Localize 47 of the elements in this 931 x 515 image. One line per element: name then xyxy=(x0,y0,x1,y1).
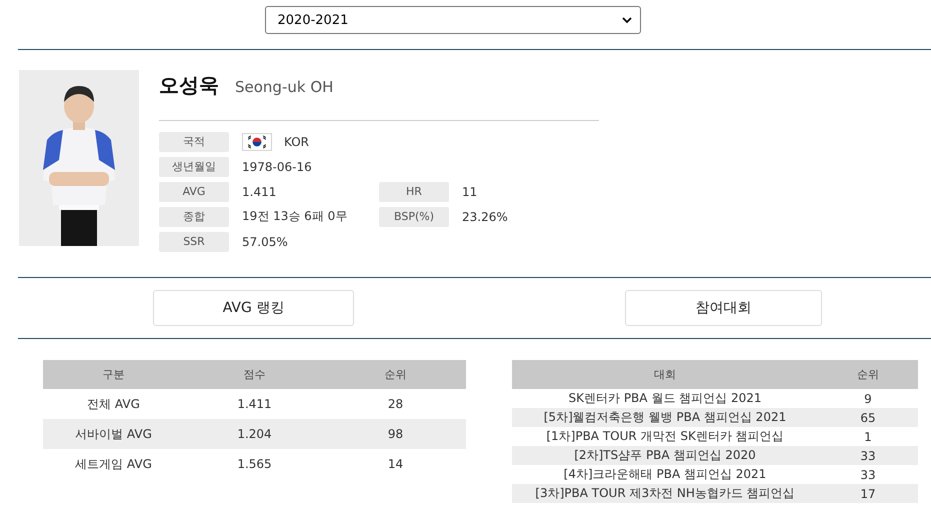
column-header: 구분 xyxy=(102,367,126,382)
table-cell-text: 65 xyxy=(859,410,877,424)
table-cell-text: 9 xyxy=(863,392,873,406)
info-value: 11 xyxy=(462,184,478,198)
column-header: 대회 xyxy=(653,367,677,382)
player-name-english: Seong-uk OH xyxy=(235,78,334,96)
table-cell-text: 14 xyxy=(386,457,404,471)
column-header: 점수 xyxy=(242,367,266,382)
table-cell-text: 33 xyxy=(859,468,877,482)
table-cell-text: 17 xyxy=(859,486,877,500)
info-value: 57.05% xyxy=(242,234,288,248)
table-cell-text: [3차]PBA TOUR 제3차전 NH농협카드 챔피언십 xyxy=(534,485,796,502)
info-label: 생년월일 xyxy=(159,156,229,176)
info-value: 23.26% xyxy=(462,210,508,224)
info-value: 1978-06-16 xyxy=(242,160,312,174)
info-value: 1.411 xyxy=(242,184,276,198)
season-select[interactable]: 2020-2021 xyxy=(264,6,640,34)
table-cell-text: 28 xyxy=(386,397,404,411)
table-cell-text: 1.565 xyxy=(236,457,273,471)
table-cell-text: 서바이벌 AVG xyxy=(74,426,153,442)
info-label: 종합 xyxy=(159,206,229,226)
table-cell-text: 세트게임 AVG xyxy=(74,456,153,472)
column-header: 순위 xyxy=(856,367,880,382)
table-cell-text: 98 xyxy=(386,427,404,441)
tab[interactable]: 참여대회 xyxy=(625,290,822,326)
table-cell-text: 1 xyxy=(863,430,873,444)
info-label: AVG xyxy=(159,182,229,202)
info-label: 국적 xyxy=(159,132,229,152)
table-cell-text: [1차]PBA TOUR 개막전 SK렌터카 챔피언십 xyxy=(545,428,785,445)
info-label: SSR xyxy=(159,232,229,252)
player-name: 오성욱 xyxy=(159,72,219,99)
column-header: 순위 xyxy=(384,367,408,382)
table-cell-text: [5차]웰컴저축은행 웰뱅 PBA 챔피언십 2021 xyxy=(542,409,788,426)
table-cell-text: 1.204 xyxy=(236,427,273,441)
tab[interactable]: AVG 랭킹 xyxy=(153,290,354,326)
info-value: KOR xyxy=(284,134,309,148)
table-cell-text: [4차]크라운해태 PBA 챔피언십 2021 xyxy=(562,466,768,483)
table-cell-text: [2차]TS샴푸 PBA 챔피언십 2020 xyxy=(573,447,757,464)
info-label: BSP(%) xyxy=(379,206,449,226)
table-cell-text: 전체 AVG xyxy=(86,396,141,412)
info-value: 19전 13승 6패 0무 xyxy=(242,208,348,225)
table-cell-text: 1.411 xyxy=(236,397,273,411)
info-label: HR xyxy=(379,182,449,202)
table-cell-text: 33 xyxy=(859,448,877,462)
table-cell-text: SK렌터카 PBA 월드 챔피언십 2021 xyxy=(568,390,762,407)
chevron-down-icon xyxy=(622,16,632,24)
flag-icon xyxy=(242,132,272,152)
